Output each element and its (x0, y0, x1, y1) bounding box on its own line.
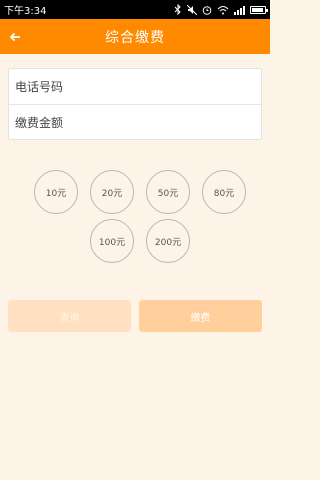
arrow-left-icon (9, 27, 21, 46)
amount-option-20[interactable]: 20元 (90, 170, 134, 214)
phone-number-input[interactable] (9, 69, 261, 105)
pay-button[interactable]: 缴费 (139, 300, 262, 332)
amount-option-50[interactable]: 50元 (146, 170, 190, 214)
status-time: 下午3:34 (4, 6, 47, 17)
alarm-icon (202, 4, 212, 16)
mute-icon (187, 4, 197, 16)
amount-option-10[interactable]: 10元 (34, 170, 78, 214)
payment-amount-input[interactable] (9, 105, 261, 141)
payment-form (8, 68, 262, 141)
signal-icon (234, 4, 245, 16)
bluetooth-icon (174, 4, 182, 16)
battery-icon (250, 4, 268, 16)
amount-option-100[interactable]: 100元 (90, 219, 134, 263)
status-bar: 下午3:34 (0, 0, 270, 19)
query-button[interactable]: 查询 (8, 300, 131, 332)
page-title: 综合缴费 (105, 29, 165, 46)
amount-option-200[interactable]: 200元 (146, 219, 190, 263)
wifi-icon (217, 4, 229, 16)
back-button[interactable] (4, 19, 26, 54)
app-bar: 综合缴费 (0, 19, 270, 54)
status-icons (174, 4, 268, 16)
amount-option-80[interactable]: 80元 (202, 170, 246, 214)
